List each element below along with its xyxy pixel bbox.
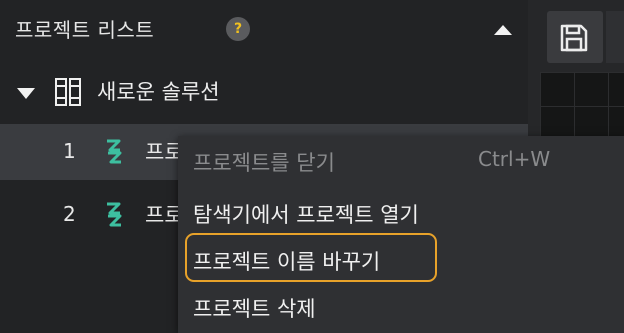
menu-item-shortcut: Ctrl+W	[478, 147, 551, 171]
project-index: 2	[63, 202, 76, 226]
panel-header: 프로젝트 리스트 ?	[0, 0, 528, 62]
menu-item-label: 프로젝트 삭제	[193, 297, 316, 321]
binder-icon	[55, 78, 81, 106]
menu-item-delete-project[interactable]: 프로젝트 삭제	[178, 282, 624, 332]
project-icon	[107, 139, 122, 164]
project-index: 1	[63, 139, 76, 163]
highlight-outline	[185, 233, 437, 282]
project-icon	[107, 202, 122, 227]
menu-item-label: 프로젝트를 닫기	[193, 151, 335, 175]
menu-item-open-in-explorer[interactable]: 탐색기에서 프로젝트 열기	[178, 188, 624, 238]
panel-title: 프로젝트 리스트	[15, 18, 155, 42]
save-button[interactable]	[547, 11, 603, 63]
menu-item-label: 탐색기에서 프로젝트 열기	[193, 203, 419, 227]
triangle-up-icon[interactable]	[494, 25, 512, 35]
triangle-down-icon[interactable]	[17, 88, 35, 99]
solution-label: 새로운 솔루션	[97, 80, 220, 104]
solution-row[interactable]: 새로운 솔루션	[0, 68, 528, 118]
menu-item-close-project: 프로젝트를 닫기 Ctrl+W	[178, 136, 624, 186]
context-menu: 프로젝트를 닫기 Ctrl+W 탐색기에서 프로젝트 열기 프로젝트 이름 바꾸…	[178, 136, 624, 333]
save-dropdown-button[interactable]	[606, 11, 624, 63]
save-icon	[560, 24, 588, 52]
question-icon[interactable]: ?	[226, 17, 250, 41]
